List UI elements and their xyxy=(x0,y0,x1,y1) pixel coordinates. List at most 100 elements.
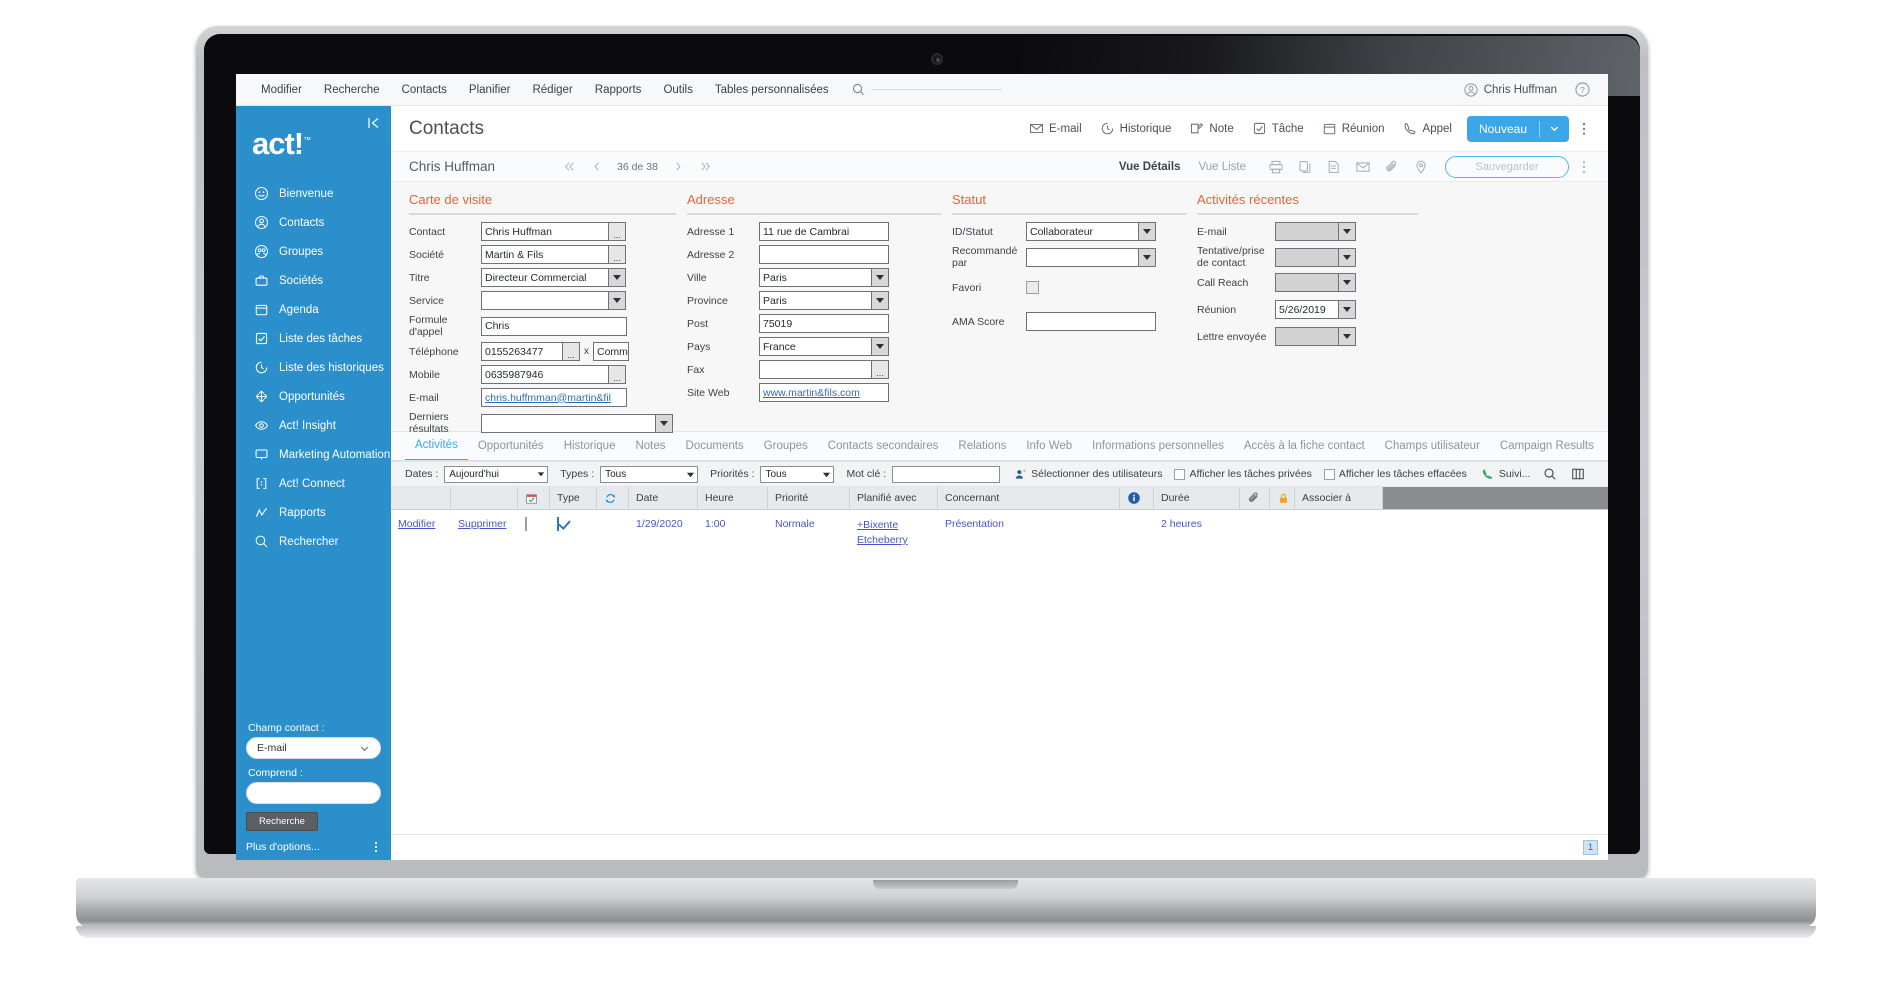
tab-campaign-results[interactable]: Campaign Results xyxy=(1490,432,1604,460)
fax-input[interactable] xyxy=(759,360,872,379)
user-menu[interactable]: Chris Huffman xyxy=(1464,82,1557,97)
chevron-down-icon[interactable] xyxy=(1339,300,1356,319)
menu-item-recherche[interactable]: Recherche xyxy=(313,74,391,106)
menu-item-rediger[interactable]: Rédiger xyxy=(521,74,583,106)
favori-checkbox[interactable] xyxy=(1026,281,1039,294)
mobile-ellipsis-button[interactable]: ... xyxy=(609,365,626,384)
derniers-resultats-select[interactable] xyxy=(481,413,656,433)
tab-contacts-secondaires[interactable]: Contacts secondaires xyxy=(818,432,949,460)
chevron-down-icon[interactable] xyxy=(872,268,889,287)
sidebar-item-act-connect[interactable]: Act! Connect xyxy=(236,469,391,498)
province-select[interactable]: Paris xyxy=(759,291,872,310)
sidebar-item-liste-des-taches[interactable]: Liste des tâches xyxy=(236,324,391,353)
sidebar-item-rapports[interactable]: Rapports xyxy=(236,498,391,527)
col-attachment[interactable] xyxy=(1240,487,1270,509)
global-search-input[interactable] xyxy=(852,80,1002,100)
menu-item-outils[interactable]: Outils xyxy=(652,74,703,106)
telephone-ellipsis-button[interactable]: ... xyxy=(563,342,580,361)
col-duree[interactable]: Durée xyxy=(1154,487,1240,509)
types-select[interactable]: Tous xyxy=(600,465,699,483)
post-input[interactable]: 75019 xyxy=(759,314,889,333)
mobile-input[interactable]: 0635987946 xyxy=(481,365,609,384)
edit-link[interactable]: Modifier xyxy=(398,518,435,530)
sidebar-item-opportunites[interactable]: Opportunités xyxy=(236,382,391,411)
col-private[interactable] xyxy=(1270,487,1295,509)
view-tab-details[interactable]: Vue Détails xyxy=(1119,161,1181,173)
tab-informations-personnelles[interactable]: Informations personnelles xyxy=(1082,432,1234,460)
chevron-down-icon[interactable] xyxy=(1139,222,1156,241)
chevron-down-icon[interactable] xyxy=(1339,247,1356,267)
scheduled-with-link[interactable]: +Bixente Etcheberry xyxy=(857,519,908,546)
action-tache-button[interactable]: Tâche xyxy=(1243,121,1313,136)
recent-email-select[interactable] xyxy=(1275,222,1339,241)
col-heure[interactable]: Heure xyxy=(698,487,768,509)
chevron-down-icon[interactable] xyxy=(1339,273,1356,292)
action-email-button[interactable]: E-mail xyxy=(1020,121,1091,136)
kebab-icon[interactable] xyxy=(1569,121,1596,137)
show-private-tasks-checkbox[interactable]: Afficher les tâches privées xyxy=(1174,468,1312,480)
envelope-icon[interactable] xyxy=(1355,159,1371,175)
followup-button[interactable]: Suivi... xyxy=(1481,467,1530,481)
copy-icon[interactable] xyxy=(1297,159,1313,175)
chevron-down-icon[interactable] xyxy=(1139,247,1156,267)
chevron-down-icon[interactable] xyxy=(609,291,626,310)
contact-input[interactable]: Chris Huffman xyxy=(481,222,609,241)
sidebar-item-contacts[interactable]: Contacts xyxy=(236,208,391,237)
columns-icon[interactable] xyxy=(1571,467,1585,481)
row-done-checkbox[interactable] xyxy=(557,517,559,531)
menu-item-tables-personnalisees[interactable]: Tables personnalisées xyxy=(704,74,840,106)
table-row[interactable]: Modifier Supprimer 1/29/2020 1:00 Normal… xyxy=(391,510,1608,550)
col-associer-a[interactable]: Associer à xyxy=(1295,487,1383,509)
kebab-icon[interactable] xyxy=(1569,159,1596,175)
chevron-down-icon[interactable] xyxy=(609,268,626,287)
ville-select[interactable]: Paris xyxy=(759,268,872,287)
sidebar-item-act-insight[interactable]: Act! Insight xyxy=(236,411,391,440)
contact-field-select[interactable]: E-mail xyxy=(246,737,381,759)
more-options-row[interactable]: Plus d'options... xyxy=(246,840,381,854)
chevron-down-icon[interactable] xyxy=(1339,327,1356,346)
sidebar-item-societes[interactable]: Sociétés xyxy=(236,266,391,295)
chevron-down-icon[interactable] xyxy=(872,291,889,310)
titre-select[interactable]: Directeur Commercial xyxy=(481,268,609,287)
dates-select[interactable]: Aujourd'hui xyxy=(444,465,549,483)
formule-appel-input[interactable]: Chris xyxy=(481,316,627,336)
adresse2-input[interactable] xyxy=(759,245,889,264)
col-date[interactable]: Date xyxy=(629,487,698,509)
kebab-icon[interactable] xyxy=(371,840,381,854)
col-edit[interactable] xyxy=(391,487,451,509)
adresse1-input[interactable]: 11 rue de Cambrai xyxy=(759,222,889,241)
tentative-contact-select[interactable] xyxy=(1275,247,1339,267)
fax-ellipsis-button[interactable]: ... xyxy=(872,360,889,379)
chevron-down-icon[interactable] xyxy=(872,337,889,356)
row-select-checkbox[interactable] xyxy=(525,517,527,531)
double-chevron-right-icon[interactable] xyxy=(699,160,712,173)
help-icon[interactable]: ? xyxy=(1575,82,1590,97)
chevron-down-icon[interactable] xyxy=(1339,222,1356,241)
menu-item-rapports[interactable]: Rapports xyxy=(584,74,653,106)
page-number[interactable]: 1 xyxy=(1583,840,1598,855)
menu-item-planifier[interactable]: Planifier xyxy=(458,74,522,106)
show-cleared-tasks-checkbox[interactable]: Afficher les tâches effacées xyxy=(1323,468,1467,480)
chevron-right-icon[interactable] xyxy=(672,160,685,173)
recommande-par-select[interactable] xyxy=(1026,247,1139,267)
map-pin-icon[interactable] xyxy=(1413,159,1429,175)
col-concernant[interactable]: Concernant xyxy=(938,487,1120,509)
societe-input[interactable]: Martin & Fils xyxy=(481,245,609,264)
document-icon[interactable] xyxy=(1326,159,1342,175)
email-input[interactable]: chris.huffmman@martin&fil xyxy=(481,388,627,407)
contains-input[interactable] xyxy=(246,782,381,804)
tab-relations[interactable]: Relations xyxy=(948,432,1016,460)
tab-notes[interactable]: Notes xyxy=(625,432,675,460)
col-planifie-avec[interactable]: Planifié avec xyxy=(850,487,938,509)
sidebar-item-groupes[interactable]: Groupes xyxy=(236,237,391,266)
site-web-input[interactable]: www.martin&fils.com xyxy=(759,383,889,402)
service-select[interactable] xyxy=(481,291,609,310)
priorities-select[interactable]: Tous xyxy=(760,465,835,483)
col-info[interactable] xyxy=(1120,487,1154,509)
pays-select[interactable]: France xyxy=(759,337,872,356)
keyword-input[interactable] xyxy=(892,465,1001,483)
telephone-input[interactable]: 0155263477 xyxy=(481,342,563,361)
save-button[interactable]: Sauvegarder xyxy=(1445,155,1569,178)
chevron-down-icon[interactable] xyxy=(1540,123,1569,134)
new-button[interactable]: Nouveau xyxy=(1466,115,1569,142)
